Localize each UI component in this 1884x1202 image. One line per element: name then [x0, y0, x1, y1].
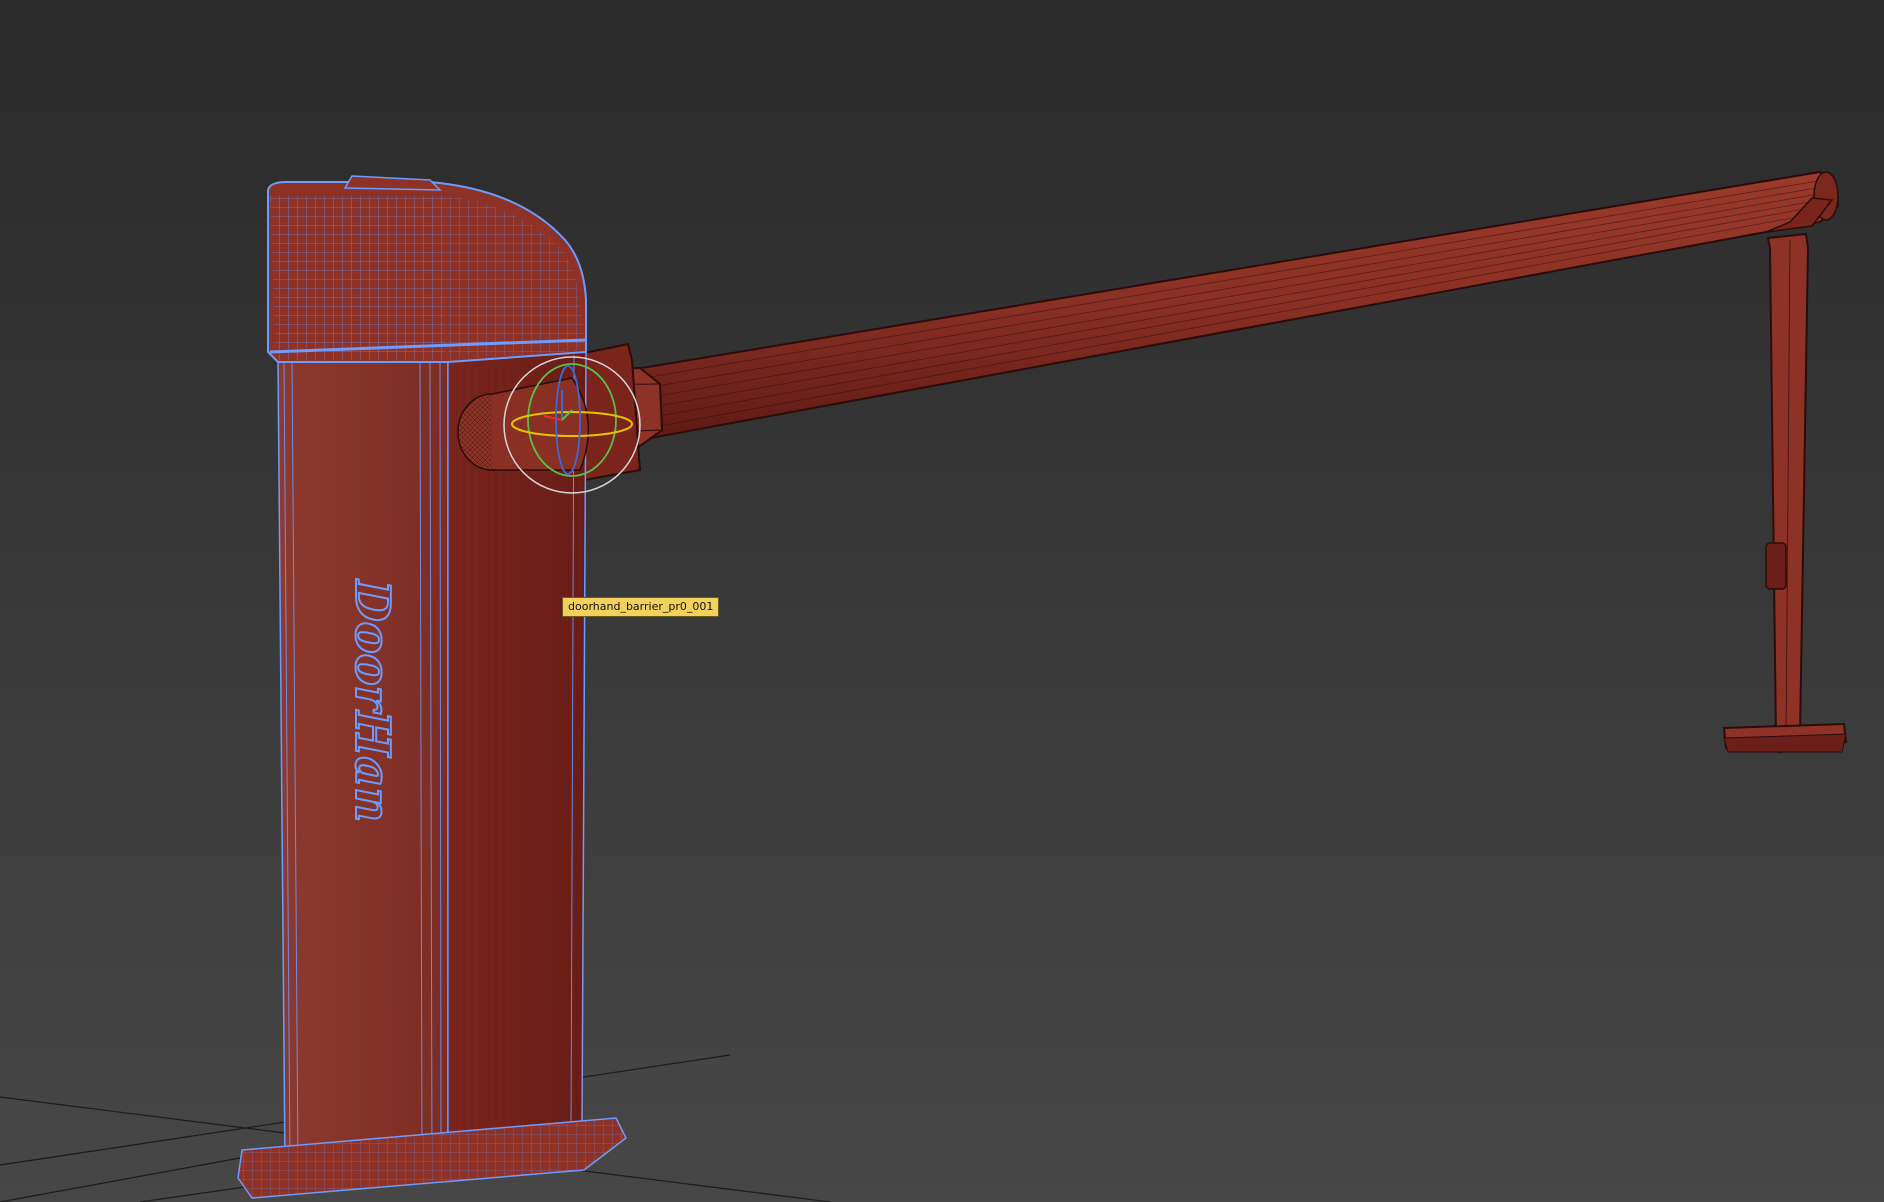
barrier-post[interactable]: DoorHan: [237, 175, 627, 1199]
3d-viewport[interactable]: DoorHan doorhand_barrier_pr0_001: [0, 0, 1884, 1202]
object-name-tooltip: doorhand_barrier_pr0_001: [562, 597, 720, 617]
doorhan-logo: DoorHan: [344, 578, 400, 822]
viewport-scene[interactable]: DoorHan: [0, 0, 1884, 1202]
